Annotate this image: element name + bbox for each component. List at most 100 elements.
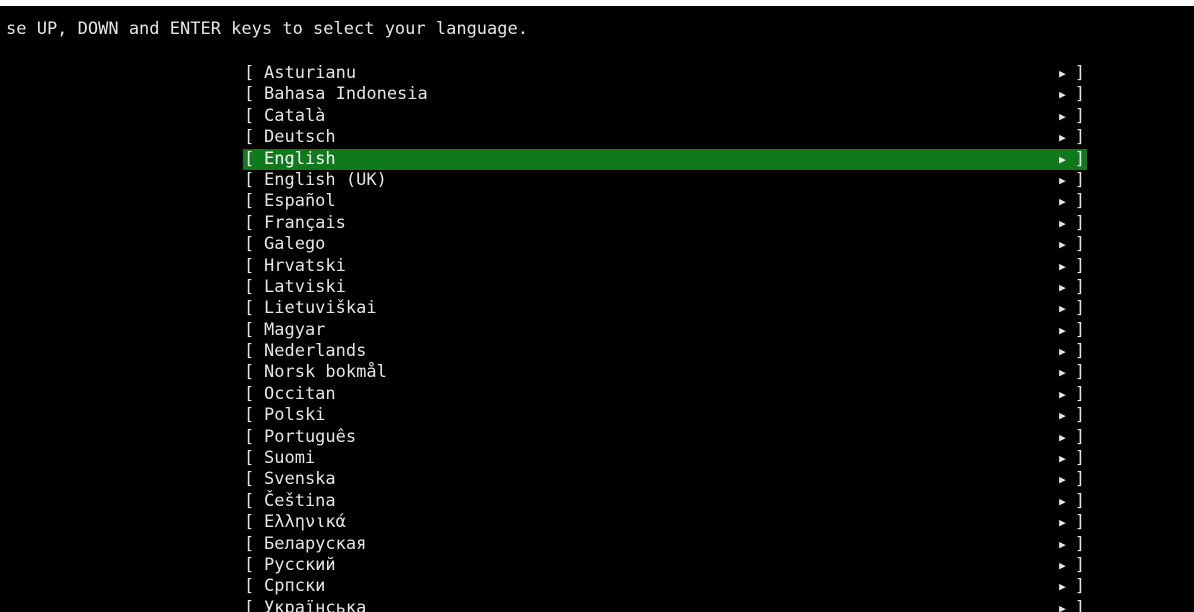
- close-bracket: ]: [1074, 362, 1085, 383]
- open-bracket: [: [244, 234, 255, 255]
- language-label: English: [264, 148, 336, 169]
- language-item-15[interactable]: [ Occitan ▶]: [243, 384, 1087, 405]
- arrow-right-icon: ▶: [1059, 601, 1066, 612]
- arrow-right-icon: ▶: [1059, 173, 1066, 187]
- language-item-16[interactable]: [ Polski ▶]: [243, 405, 1087, 426]
- row-end: ▶]: [1059, 555, 1085, 576]
- language-item-25[interactable]: [ Українська ▶]: [243, 598, 1087, 612]
- open-bracket: [: [244, 105, 255, 126]
- open-bracket: [: [244, 63, 255, 83]
- open-bracket: [: [244, 405, 255, 426]
- language-label: Magyar: [264, 319, 326, 340]
- language-item-13[interactable]: [ Nederlands ▶]: [243, 341, 1087, 362]
- arrow-right-icon: ▶: [1059, 280, 1066, 294]
- language-item-1[interactable]: [ Bahasa Indonesia ▶]: [243, 84, 1087, 105]
- row-end: ▶]: [1059, 598, 1085, 612]
- language-item-0[interactable]: [ Asturianu ▶]: [243, 63, 1087, 84]
- arrow-right-icon: ▶: [1059, 580, 1066, 594]
- row-end: ▶]: [1059, 320, 1085, 341]
- row-end: ▶]: [1059, 512, 1085, 533]
- open-bracket: [: [244, 169, 255, 190]
- language-item-10[interactable]: [ Latviski ▶]: [243, 277, 1087, 298]
- language-item-21[interactable]: [ Ελληνικά ▶]: [243, 512, 1087, 533]
- row-end: ▶]: [1059, 106, 1085, 127]
- open-bracket: [: [244, 512, 255, 533]
- language-label: Беларуская: [264, 533, 367, 554]
- language-label: Čeština: [264, 490, 336, 511]
- language-item-5[interactable]: [ English (UK) ▶]: [243, 170, 1087, 191]
- language-item-20[interactable]: [ Čeština ▶]: [243, 491, 1087, 512]
- row-end: ▶]: [1059, 534, 1085, 555]
- arrow-right-icon: ▶: [1059, 366, 1066, 380]
- language-label: Galego: [264, 234, 326, 255]
- close-bracket: ]: [1074, 319, 1085, 340]
- close-bracket: ]: [1074, 426, 1085, 447]
- row-end: ▶]: [1059, 469, 1085, 490]
- close-bracket: ]: [1074, 533, 1085, 554]
- close-bracket: ]: [1074, 276, 1085, 297]
- open-bracket: [: [244, 127, 255, 148]
- close-bracket: ]: [1074, 298, 1085, 319]
- close-bracket: ]: [1074, 212, 1085, 233]
- language-item-14[interactable]: [ Norsk bokmål ▶]: [243, 362, 1087, 383]
- language-label: Latviski: [264, 276, 346, 297]
- row-end: ▶]: [1059, 491, 1085, 512]
- open-bracket: [: [244, 383, 255, 404]
- arrow-right-icon: ▶: [1059, 323, 1066, 337]
- arrow-right-icon: ▶: [1059, 537, 1066, 551]
- arrow-right-icon: ▶: [1059, 387, 1066, 401]
- open-bracket: [: [244, 255, 255, 276]
- language-item-22[interactable]: [ Беларуская ▶]: [243, 534, 1087, 555]
- language-label: Norsk bokmål: [264, 362, 387, 383]
- close-bracket: ]: [1074, 84, 1085, 105]
- arrow-right-icon: ▶: [1059, 131, 1066, 145]
- row-end: ▶]: [1059, 84, 1085, 105]
- open-bracket: [: [244, 576, 255, 597]
- arrow-right-icon: ▶: [1059, 238, 1066, 252]
- close-bracket: ]: [1074, 469, 1085, 490]
- language-item-11[interactable]: [ Lietuviškai ▶]: [243, 298, 1087, 319]
- language-label: Deutsch: [264, 127, 336, 148]
- language-label: Hrvatski: [264, 255, 346, 276]
- language-item-9[interactable]: [ Hrvatski ▶]: [243, 256, 1087, 277]
- arrow-right-icon: ▶: [1059, 473, 1066, 487]
- arrow-right-icon: ▶: [1059, 152, 1066, 166]
- row-end: ▶]: [1059, 341, 1085, 362]
- language-item-8[interactable]: [ Galego ▶]: [243, 234, 1087, 255]
- language-item-19[interactable]: [ Svenska ▶]: [243, 469, 1087, 490]
- language-label: Suomi: [264, 448, 316, 469]
- arrow-right-icon: ▶: [1059, 88, 1066, 102]
- open-bracket: [: [244, 426, 255, 447]
- open-bracket: [: [244, 319, 255, 340]
- open-bracket: [: [244, 469, 255, 490]
- open-bracket: [: [244, 490, 255, 511]
- close-bracket: ]: [1074, 383, 1085, 404]
- row-end: ▶]: [1059, 405, 1085, 426]
- language-item-17[interactable]: [ Português ▶]: [243, 427, 1087, 448]
- language-item-12[interactable]: [ Magyar ▶]: [243, 320, 1087, 341]
- row-end: ▶]: [1059, 191, 1085, 212]
- language-item-7[interactable]: [ Français ▶]: [243, 213, 1087, 234]
- close-bracket: ]: [1074, 576, 1085, 597]
- language-item-4[interactable]: [ English ▶]: [243, 148, 1087, 170]
- arrow-right-icon: ▶: [1059, 109, 1066, 123]
- language-item-3[interactable]: [ Deutsch ▶]: [243, 127, 1087, 148]
- language-item-18[interactable]: [ Suomi ▶]: [243, 448, 1087, 469]
- arrow-right-icon: ▶: [1059, 345, 1066, 359]
- instruction-text: se UP, DOWN and ENTER keys to select you…: [6, 19, 528, 39]
- open-bracket: [: [244, 448, 255, 469]
- language-item-6[interactable]: [ Español ▶]: [243, 191, 1087, 212]
- open-bracket: [: [244, 276, 255, 297]
- row-end: ▶]: [1059, 213, 1085, 234]
- close-bracket: ]: [1074, 255, 1085, 276]
- close-bracket: ]: [1074, 148, 1085, 169]
- language-item-2[interactable]: [ Català ▶]: [243, 106, 1087, 127]
- row-end: ▶]: [1059, 448, 1085, 469]
- language-label: Nederlands: [264, 341, 367, 362]
- language-item-23[interactable]: [ Русский ▶]: [243, 555, 1087, 576]
- language-label: Српски: [264, 576, 326, 597]
- close-bracket: ]: [1074, 169, 1085, 190]
- row-end: ▶]: [1059, 384, 1085, 405]
- arrow-right-icon: ▶: [1059, 516, 1066, 530]
- language-item-24[interactable]: [ Српски ▶]: [243, 576, 1087, 597]
